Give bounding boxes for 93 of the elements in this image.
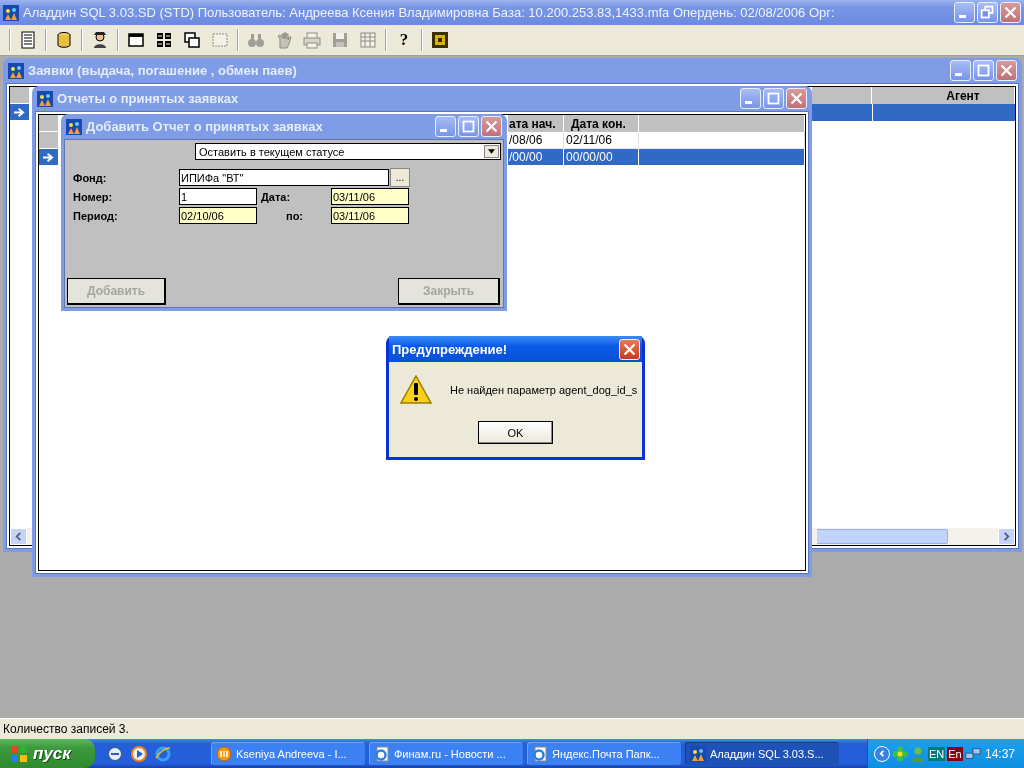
chevron-left-icon [877, 749, 887, 758]
header-cell [812, 87, 872, 104]
app-icon [37, 90, 53, 107]
window-title: Заявки (выдача, погашение , обмен паев) [28, 63, 297, 78]
report-icon [19, 31, 37, 49]
status-dropdown[interactable]: Оставить в текущем статусе [195, 143, 501, 160]
start-button[interactable]: пуск [0, 739, 95, 768]
toolbar-button[interactable]: ? [392, 28, 416, 52]
taskbar-button[interactable]: Финам.ru - Новости ... [369, 742, 523, 765]
database-icon [55, 31, 73, 49]
minimize-button[interactable] [950, 60, 971, 81]
number-field[interactable]: 1 [179, 188, 257, 205]
ok-button[interactable]: OK [478, 421, 553, 444]
binoculars-icon [247, 31, 265, 49]
network-icon[interactable] [964, 745, 981, 762]
taskbar-button[interactable]: Яндекс.Почта Папк... [527, 742, 681, 765]
maximize-button[interactable] [973, 60, 994, 81]
scroll-right-button[interactable] [998, 528, 1015, 545]
circle-icon [216, 745, 232, 762]
hand-icon [275, 31, 293, 49]
close-button[interactable] [786, 88, 807, 109]
square-icon [431, 31, 449, 49]
fund-field[interactable]: ИПИФа "ВТ" [179, 169, 389, 186]
maximize-button[interactable] [458, 116, 479, 137]
scrollbar-thumb[interactable] [817, 529, 948, 544]
cascade-icon [183, 31, 201, 49]
browser-icon [374, 745, 390, 762]
table-cell [812, 104, 872, 121]
window-title: Аладдин SQL 3.03.SD (STD) Пользователь: Андреева Ксения Владимировна База: 10.200.253.83,1433.mfa Опердень: 02/08/2006 Орг: [23, 5, 835, 20]
column-header[interactable]: ата нач. [508, 115, 564, 132]
row-indicator[interactable] [10, 104, 30, 121]
tile-icon [155, 31, 173, 49]
minimize-icon [440, 129, 447, 132]
field-label: Дата: [260, 190, 292, 203]
table-cell: /00/00 [508, 149, 564, 166]
column-header[interactable]: Агент [872, 87, 1015, 104]
taskbar-button[interactable]: Аладдин SQL 3.03.S... [685, 742, 839, 765]
minimize-icon [955, 73, 962, 76]
maximize-button[interactable] [763, 88, 784, 109]
clock: 14:37 [984, 746, 1015, 761]
field-label: Фонд: [73, 171, 108, 184]
table-cell: 00/00/00 [564, 149, 639, 166]
message-text: Не найден параметр agent_dog_id_s [450, 384, 638, 396]
close-button[interactable] [619, 338, 640, 360]
header-cell [39, 115, 59, 132]
minimize-icon [959, 15, 966, 18]
close-button[interactable] [481, 116, 502, 137]
minimize-button[interactable] [954, 2, 975, 23]
warning-icon [400, 375, 432, 405]
caret-icon [488, 149, 495, 154]
field-label: по: [285, 209, 305, 222]
browser-icon[interactable] [155, 745, 171, 762]
media-player-icon[interactable] [131, 745, 147, 762]
minimize-button[interactable] [740, 88, 761, 109]
chevron-right-icon [1002, 532, 1011, 541]
app-icon [8, 62, 24, 79]
header-cell [10, 87, 30, 104]
minimize-button[interactable] [435, 116, 456, 137]
field-label: Номер: [73, 190, 114, 203]
windows-flag-icon [10, 744, 28, 763]
date-field[interactable]: 03/11/06 [331, 207, 409, 224]
arrow-icon [13, 106, 26, 118]
browse-button[interactable]: ... [390, 168, 410, 187]
restore-button[interactable] [977, 2, 998, 23]
dialog-title: Предупреждение! [392, 341, 508, 357]
date-field[interactable]: 02/10/06 [179, 207, 257, 224]
arrow-icon [42, 151, 55, 163]
flower-icon[interactable] [892, 745, 908, 762]
scroll-left-button[interactable] [10, 528, 27, 545]
table-icon [359, 31, 377, 49]
close-button[interactable] [996, 60, 1017, 81]
window-icon [127, 31, 145, 49]
keyboard-layout-indicator[interactable]: En [947, 746, 963, 761]
row-indicator[interactable] [39, 149, 59, 166]
minimize-icon [745, 101, 752, 104]
window-icon [211, 31, 229, 49]
app-icon [3, 4, 19, 21]
app-icon [66, 118, 82, 135]
window-title: Отчеты о принятых заявках [57, 91, 239, 106]
field-label: Период: [73, 209, 119, 222]
status-text: Количество записей 3. [3, 722, 129, 736]
date-field[interactable]: 03/11/06 [331, 188, 409, 205]
column-header[interactable]: Дата кон. [564, 115, 639, 132]
browser-icon [532, 745, 548, 762]
printer-icon [303, 31, 321, 49]
user-icon [91, 31, 109, 49]
taskbar-button[interactable]: Kseniya Andreeva - I... [211, 742, 365, 765]
app-icon [690, 745, 706, 762]
expand-button[interactable] [874, 745, 890, 762]
chevron-left-icon [14, 532, 23, 541]
close-button[interactable] [1000, 2, 1021, 23]
language-indicator[interactable]: EN [928, 746, 946, 761]
dialog-title: Добавить Отчет о принятых заявках [86, 119, 323, 134]
